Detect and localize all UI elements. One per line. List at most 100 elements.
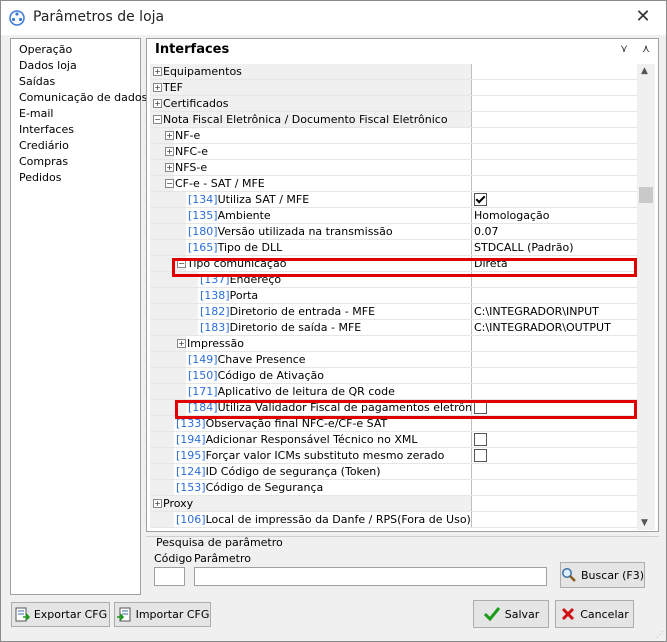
import-cfg-button[interactable]: Importar CFG [114, 602, 211, 627]
grid-row[interactable]: [138]Porta [150, 288, 637, 304]
checkbox[interactable] [474, 433, 487, 446]
grid-row[interactable]: + Proxy [150, 496, 637, 512]
parameter-name-cell: [153]Código de Segurança [150, 480, 471, 495]
grid-row[interactable]: + Impressão [150, 336, 637, 352]
category-item-saidas[interactable]: Saídas [19, 74, 140, 90]
checkbox[interactable] [474, 449, 487, 462]
parameter-value-cell[interactable] [471, 432, 637, 447]
category-item-dados-loja[interactable]: Dados loja [19, 58, 140, 74]
grid-row[interactable]: − CF-e - SAT / MFE [150, 176, 637, 192]
grid-row[interactable]: [171]Aplicativo de leitura de QR code [150, 384, 637, 400]
parameter-input[interactable] [194, 567, 547, 586]
code-input[interactable] [154, 567, 185, 586]
parameter-value-cell[interactable]: C:\INTEGRADOR\OUTPUT [471, 320, 637, 335]
grid-row[interactable]: [149]Chave Presence [150, 352, 637, 368]
resize-grip-icon[interactable]: ⋰ [656, 630, 664, 639]
export-cfg-label: Exportar CFG [33, 608, 108, 621]
parameter-value-cell[interactable] [471, 384, 637, 399]
grid-row[interactable]: − Nota Fiscal Eletrônica / Documento Fisc… [150, 112, 637, 128]
vertical-scrollbar[interactable]: ▲ ▼ [637, 64, 655, 530]
category-item-comunicacao[interactable]: Comunicação de dados [19, 90, 147, 106]
expand-icon[interactable]: + [153, 99, 162, 108]
checkbox-checked[interactable] [474, 193, 487, 206]
parameter-value-cell[interactable]: 0.07 [471, 224, 637, 239]
grid-row[interactable]: [106]Local de impressão da Danfe / RPS(F… [150, 512, 637, 528]
grid-row[interactable]: [153]Código de Segurança [150, 480, 637, 496]
scroll-thumb[interactable] [639, 187, 653, 203]
expand-all-icon[interactable]: ⋏ [642, 42, 650, 55]
expand-icon[interactable]: + [165, 131, 174, 140]
parameter-value-cell[interactable] [471, 144, 637, 159]
parameter-value-cell[interactable] [471, 368, 637, 383]
parameter-value-cell[interactable] [471, 112, 637, 127]
parameter-value-cell[interactable] [471, 496, 637, 511]
category-item-interfaces[interactable]: Interfaces [19, 122, 140, 138]
parameter-value-cell[interactable] [471, 192, 637, 207]
collapse-all-icon[interactable]: ⋎ [620, 42, 628, 55]
category-item-email[interactable]: E-mail [19, 106, 140, 122]
parameter-name: Chave Presence [217, 353, 306, 366]
parameter-name-cell: + NFS-e [150, 160, 471, 175]
parameter-code: [171] [188, 385, 218, 398]
category-item-pedidos[interactable]: Pedidos [19, 170, 140, 186]
parameter-value-cell[interactable] [471, 480, 637, 495]
parameters-grid[interactable]: + Equipamentos + TEF + Certificados − Nota Fisc… [150, 64, 637, 530]
parameter-label: CF-e - SAT / MFE [175, 176, 265, 191]
cancel-button[interactable]: Cancelar [555, 600, 634, 628]
grid-row[interactable]: [195]Forçar valor ICMs substituto mesmo … [150, 448, 637, 464]
grid-row[interactable]: + NFS-e [150, 160, 637, 176]
grid-row[interactable]: + NF-e [150, 128, 637, 144]
parameter-value-cell[interactable]: STDCALL (Padrão) [471, 240, 637, 255]
close-window-button[interactable]: ✕ [620, 1, 666, 31]
parameter-value-cell[interactable] [471, 176, 637, 191]
export-cfg-button[interactable]: Exportar CFG [11, 602, 110, 627]
parameter-code: [180] [188, 225, 218, 238]
grid-row[interactable]: [194]Adicionar Responsável Técnico no XM… [150, 432, 637, 448]
category-item-crediario[interactable]: Crediário [19, 138, 140, 154]
expand-icon[interactable]: + [165, 147, 174, 156]
scroll-up-icon[interactable]: ▲ [641, 66, 648, 76]
category-list[interactable]: Operação Dados loja Saídas Comunicação d… [10, 38, 147, 595]
grid-row[interactable]: + Certificados [150, 96, 637, 112]
parameter-value-cell[interactable] [471, 512, 637, 527]
parameter-value-cell[interactable] [471, 64, 637, 79]
cell-background [174, 128, 471, 143]
parameter-value-cell[interactable] [471, 160, 637, 175]
parameter-value-cell[interactable] [471, 448, 637, 463]
parameter-value-cell[interactable]: C:\INTEGRADOR\INPUT [471, 304, 637, 319]
parameter-value-cell[interactable] [471, 128, 637, 143]
collapse-icon[interactable]: − [153, 115, 162, 124]
expand-icon[interactable]: + [165, 163, 174, 172]
grid-row[interactable]: [134]Utiliza SAT / MFE [150, 192, 637, 208]
category-item-compras[interactable]: Compras [19, 154, 140, 170]
expand-icon[interactable]: + [153, 67, 162, 76]
parameter-name: NFC-e [175, 145, 208, 158]
scroll-down-icon[interactable]: ▼ [641, 518, 648, 528]
grid-row[interactable]: [183]Diretorio de saída - MFE C:\INTEGRAD… [150, 320, 637, 336]
expand-icon[interactable]: + [153, 83, 162, 92]
parameter-label: [106]Local de impressão da Danfe / RPS(F… [176, 512, 471, 527]
expand-icon[interactable]: + [153, 499, 162, 508]
category-item-operacao[interactable]: Operação [19, 42, 140, 58]
grid-row[interactable]: [165]Tipo de DLL STDCALL (Padrão) [150, 240, 637, 256]
search-button[interactable]: Buscar (F3) [560, 562, 645, 588]
grid-row[interactable]: + NFC-e [150, 144, 637, 160]
grid-row[interactable]: [180]Versão utilizada na transmissão 0.07 [150, 224, 637, 240]
parameter-value-cell[interactable] [471, 80, 637, 95]
grid-row[interactable]: [135]Ambiente Homologação [150, 208, 637, 224]
parameter-value-cell[interactable] [471, 96, 637, 111]
collapse-icon[interactable]: − [165, 179, 174, 188]
grid-row[interactable]: + Equipamentos [150, 64, 637, 80]
grid-row[interactable]: [182]Diretorio de entrada - MFE C:\INTEGR… [150, 304, 637, 320]
parameter-value-cell[interactable] [471, 288, 637, 303]
grid-row[interactable]: [124]ID Código de segurança (Token) [150, 464, 637, 480]
parameter-value-cell[interactable] [471, 464, 637, 479]
parameter-code: [165] [188, 241, 218, 254]
save-button[interactable]: Salvar [473, 600, 549, 628]
expand-icon[interactable]: + [177, 339, 186, 348]
parameter-value-cell[interactable] [471, 352, 637, 367]
parameter-value-cell[interactable] [471, 336, 637, 351]
parameter-value-cell[interactable]: Homologação [471, 208, 637, 223]
grid-row[interactable]: [150]Código de Ativação [150, 368, 637, 384]
grid-row[interactable]: + TEF [150, 80, 637, 96]
